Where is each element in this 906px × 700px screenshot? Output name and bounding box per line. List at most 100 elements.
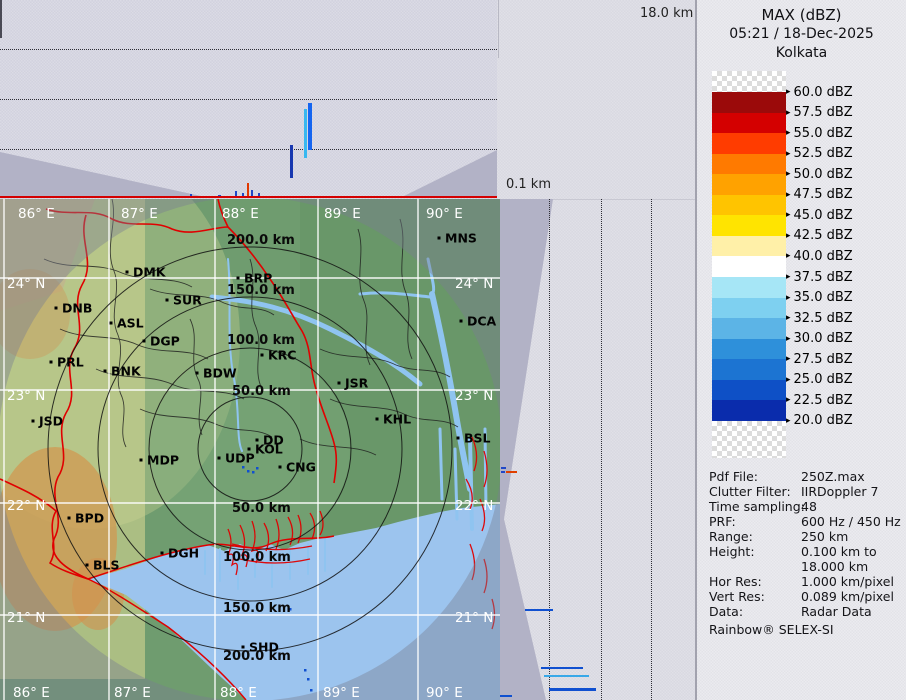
range-limit-wedge-side bbox=[500, 199, 556, 700]
brand-label: Rainbow® SELEX-SI bbox=[709, 622, 834, 637]
colorbar-block bbox=[712, 133, 786, 154]
echo-bar bbox=[506, 471, 517, 473]
city-label: DCA bbox=[467, 314, 497, 329]
graticule-label: 24° N bbox=[7, 276, 45, 292]
colorbar-label: ▸25.0 dBZ bbox=[786, 372, 853, 388]
metadata-value: Radar Data bbox=[801, 604, 872, 619]
tick-arrow-icon: ▸ bbox=[786, 169, 791, 179]
colorbar-block bbox=[712, 113, 786, 134]
range-ring-label: 100.0 km bbox=[223, 550, 291, 565]
echo-speck bbox=[307, 678, 310, 681]
colorbar-label-text: 60.0 dBZ bbox=[794, 85, 853, 100]
tick-arrow-icon: ▸ bbox=[786, 416, 791, 426]
city-label: MDP bbox=[147, 453, 179, 468]
graticule-label: 21° N bbox=[7, 610, 45, 626]
range-limit-wedge-right bbox=[400, 148, 497, 198]
top-profile-max-label: 18.0 km bbox=[640, 6, 693, 21]
range-ring-label: 50.0 km bbox=[232, 501, 291, 516]
colorbar-label: ▸45.0 dBZ bbox=[786, 207, 853, 223]
city-marker bbox=[32, 420, 35, 423]
graticule-label: 22° N bbox=[7, 498, 45, 514]
colorbar-label-text: 40.0 dBZ bbox=[794, 249, 853, 264]
city-label: DGP bbox=[150, 334, 180, 349]
metadata-label: Vert Res: bbox=[709, 589, 801, 604]
city-label: BDW bbox=[203, 366, 237, 381]
metadata-value: 48 bbox=[801, 499, 817, 514]
colorbar-label-text: 52.5 dBZ bbox=[794, 146, 853, 161]
tick-arrow-icon: ▸ bbox=[786, 190, 791, 200]
colorbar-block bbox=[712, 339, 786, 360]
colorbar-label: ▸40.0 dBZ bbox=[786, 248, 853, 264]
city-marker bbox=[196, 372, 199, 375]
city-label: BRP bbox=[244, 271, 272, 286]
colorbar-label: ▸22.5 dBZ bbox=[786, 392, 853, 408]
echo-speck bbox=[242, 466, 245, 469]
city-marker bbox=[55, 307, 58, 310]
city-marker bbox=[166, 299, 169, 302]
colorbar-label-text: 25.0 dBZ bbox=[794, 372, 853, 387]
city-marker bbox=[68, 517, 71, 520]
metadata-label: Pdf File: bbox=[709, 469, 801, 484]
profile-gridline bbox=[0, 49, 497, 50]
graticule-label: 23° N bbox=[455, 388, 493, 404]
colorbar-label: ▸37.5 dBZ bbox=[786, 269, 853, 285]
colorbar-label: ▸55.0 dBZ bbox=[786, 125, 853, 141]
colorbar-block bbox=[712, 298, 786, 319]
colorbar-block bbox=[712, 195, 786, 216]
colorbar-label-text: 30.0 dBZ bbox=[794, 331, 853, 346]
city-label: SHD bbox=[249, 640, 279, 655]
city-label: JSR bbox=[344, 376, 369, 391]
city-label: DNB bbox=[62, 301, 92, 316]
profile-gridline bbox=[0, 99, 497, 100]
echo-bar bbox=[501, 471, 505, 473]
colorbar-block bbox=[712, 174, 786, 195]
colorbar-block bbox=[712, 359, 786, 380]
station-name: Kolkata bbox=[697, 45, 906, 61]
graticule-label: 90° E bbox=[426, 685, 463, 700]
colorbar-label-text: 45.0 dBZ bbox=[794, 208, 853, 223]
city-label: DMK bbox=[133, 265, 167, 280]
profile-gridline bbox=[601, 199, 602, 700]
map-canvas: 200.0 km150.0 km100.0 km50.0 km50.0 km10… bbox=[0, 199, 500, 700]
tick-arrow-icon: ▸ bbox=[786, 210, 791, 220]
metadata-row: Vert Res:0.089 km/pixel bbox=[709, 589, 904, 604]
tick-arrow-icon: ▸ bbox=[786, 149, 791, 159]
colorbar-block bbox=[712, 154, 786, 175]
colorbar-label-text: 37.5 dBZ bbox=[794, 270, 853, 285]
city-marker bbox=[140, 459, 143, 462]
graticule-label: 87° E bbox=[114, 685, 151, 700]
tick-arrow-icon: ▸ bbox=[786, 375, 791, 385]
metadata-row: PRF:600 Hz / 450 Hz bbox=[709, 514, 904, 529]
colorbar-label: ▸57.5 dBZ bbox=[786, 105, 853, 121]
colorbar-block bbox=[712, 236, 786, 257]
metadata-label: Data: bbox=[709, 604, 801, 619]
city-marker bbox=[126, 271, 129, 274]
colorbar-label-text: 47.5 dBZ bbox=[794, 187, 853, 202]
colorbar-label: ▸35.0 dBZ bbox=[786, 290, 853, 306]
city-label: SUR bbox=[173, 293, 202, 308]
colorbar-block bbox=[712, 277, 786, 298]
top-height-profile-panel bbox=[0, 0, 497, 199]
city-marker bbox=[161, 552, 164, 555]
height-axis-tick bbox=[0, 0, 2, 38]
legend-panel: MAX (dBZ) 05:21 / 18-Dec-2025 Kolkata ▸6… bbox=[697, 0, 906, 700]
graticule-label: 87° E bbox=[121, 206, 158, 222]
panel-edge-line bbox=[498, 0, 499, 58]
metadata-label: Time sampling: bbox=[709, 499, 801, 514]
colorbar-label: ▸42.5 dBZ bbox=[786, 228, 853, 244]
city-marker bbox=[438, 237, 441, 240]
city-label: MNS bbox=[445, 231, 477, 246]
colorbar-block bbox=[712, 92, 786, 113]
echo-bar bbox=[304, 109, 307, 158]
colorbar-label-text: 32.5 dBZ bbox=[794, 311, 853, 326]
colorbar-checker-bottom bbox=[712, 421, 786, 458]
graticule-label: 90° E bbox=[426, 206, 463, 222]
city-marker bbox=[261, 354, 264, 357]
echo-bar bbox=[500, 695, 512, 697]
profile-gridline bbox=[549, 199, 550, 700]
colorbar-block bbox=[712, 256, 786, 277]
city-label: KHL bbox=[383, 412, 411, 427]
tick-arrow-icon: ▸ bbox=[786, 108, 791, 118]
city-marker bbox=[110, 322, 113, 325]
colorbar-label: ▸30.0 dBZ bbox=[786, 331, 853, 347]
